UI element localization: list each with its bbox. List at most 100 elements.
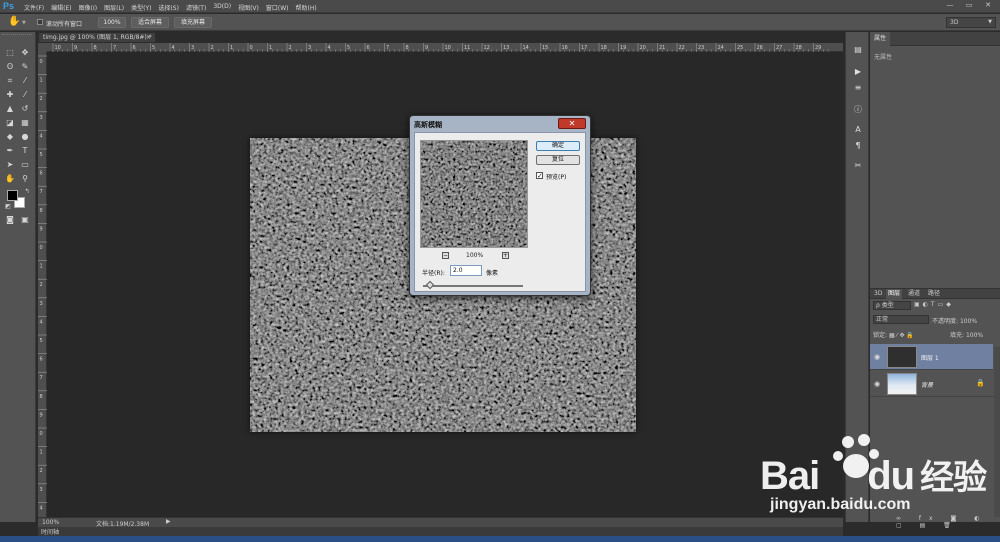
- layer-filter-icons[interactable]: ▣◐T▭◆: [914, 301, 954, 308]
- layers-scrollbar[interactable]: [994, 347, 1000, 517]
- workspace-select[interactable]: 3D ▼: [946, 17, 996, 28]
- visibility-eye-icon[interactable]: ◉: [874, 380, 880, 388]
- minimize-button[interactable]: —: [942, 1, 958, 10]
- reset-button[interactable]: 复位: [536, 155, 580, 165]
- move-tool-icon[interactable]: ✥: [20, 48, 30, 58]
- radius-label: 半径(R):: [422, 270, 445, 277]
- menu-file[interactable]: 文件(F): [24, 3, 44, 12]
- tool-presets-icon[interactable]: ✂: [852, 160, 864, 172]
- type-tool-icon[interactable]: T: [20, 146, 30, 156]
- tab-properties[interactable]: 属性: [870, 32, 891, 46]
- menu-select[interactable]: 选择(S): [158, 3, 179, 12]
- ruler-label: 22: [679, 45, 685, 51]
- info-panel-icon[interactable]: ⓘ: [852, 104, 864, 116]
- path-select-tool-icon[interactable]: ➤: [5, 160, 15, 170]
- blur-tool-icon[interactable]: ◆: [5, 132, 15, 142]
- status-zoom[interactable]: 100%: [42, 519, 59, 526]
- fill-control[interactable]: 填充: 100%: [950, 330, 983, 339]
- ruler-label: 2: [40, 468, 43, 474]
- menu-image[interactable]: 图像(I): [79, 3, 97, 12]
- blend-mode-select[interactable]: 正常: [873, 315, 929, 324]
- radius-slider-track[interactable]: [423, 285, 523, 287]
- brush-tool-icon[interactable]: ⁄: [20, 90, 30, 100]
- adjustments-panel-icon[interactable]: ≡: [852, 82, 864, 94]
- quick-select-tool-icon[interactable]: ✎: [20, 62, 30, 72]
- menu-3d[interactable]: 3D(D): [213, 3, 231, 12]
- menu-layer[interactable]: 图层(L): [104, 3, 124, 12]
- zoom-in-button[interactable]: +: [502, 252, 509, 259]
- tab-channels[interactable]: 通道: [906, 289, 922, 299]
- fill-screen-button[interactable]: 填充屏幕: [174, 17, 212, 28]
- status-menu-arrow-icon[interactable]: ▶: [166, 518, 171, 525]
- fill-value[interactable]: 100%: [966, 332, 983, 339]
- close-tab-icon[interactable]: ×: [146, 33, 151, 43]
- tools-panel: ⬚ ✥ ʘ ✎ ⌗ ⁄ ✚ ⁄ ▲ ↺ ◪ ▦ ◆ ● ✒ T ➤ ▭ ✋ ⚲ …: [0, 32, 36, 522]
- lock-icons[interactable]: ▦ ⁄ ✥ 🔒: [889, 332, 914, 339]
- watermark-url: jingyan.baidu.com: [770, 496, 911, 513]
- layer-row-background[interactable]: ◉ 背景 🔒: [870, 371, 993, 397]
- ruler-label: 4: [40, 505, 43, 511]
- gradient-tool-icon[interactable]: ▦: [20, 118, 30, 128]
- foreground-color-swatch[interactable]: [7, 190, 18, 201]
- timeline-label: 时间轴: [41, 529, 60, 536]
- dialog-close-button[interactable]: ✕: [558, 118, 586, 129]
- fit-screen-button[interactable]: 适合屏幕: [131, 17, 169, 28]
- zoom-tool-icon[interactable]: ⚲: [20, 174, 30, 184]
- tab-paths[interactable]: 路径: [926, 289, 942, 299]
- menu-edit[interactable]: 编辑(E): [51, 3, 71, 12]
- radius-input[interactable]: [450, 265, 482, 276]
- shape-tool-icon[interactable]: ▭: [20, 160, 30, 170]
- history-brush-tool-icon[interactable]: ↺: [20, 104, 30, 114]
- hand-tool-icon[interactable]: ✋: [8, 17, 20, 27]
- ruler-label: 5: [152, 45, 155, 51]
- visibility-eye-icon[interactable]: ◉: [874, 353, 880, 361]
- tab-3d[interactable]: 3D: [872, 289, 884, 299]
- preview-checkbox-label: 预览(P): [546, 174, 567, 181]
- quick-mask-icon[interactable]: ◙: [5, 215, 15, 225]
- ok-button[interactable]: 确定: [536, 141, 580, 151]
- menu-window[interactable]: 窗口(W): [266, 3, 289, 12]
- marquee-tool-icon[interactable]: ⬚: [5, 48, 15, 58]
- document-tab[interactable]: timg.jpg @ 100% (图层 1, RGB/8#) * ×: [38, 32, 156, 43]
- swap-colors-icon[interactable]: ↰: [22, 187, 32, 197]
- scroll-all-windows-checkbox[interactable]: [37, 19, 43, 25]
- maximize-button[interactable]: ▭: [961, 1, 977, 10]
- timeline-panel-tab[interactable]: 时间轴: [38, 527, 843, 536]
- character-panel-icon[interactable]: A: [852, 124, 864, 136]
- screen-mode-icon[interactable]: ▣: [20, 215, 30, 225]
- layer-name[interactable]: 背景: [921, 380, 933, 389]
- history-panel-icon[interactable]: ▤: [852, 44, 864, 56]
- zoom-100-button[interactable]: 100%: [98, 17, 126, 28]
- menu-filter[interactable]: 滤镜(T): [186, 3, 206, 12]
- tab-layers[interactable]: 图层: [886, 289, 903, 299]
- layer-name[interactable]: 图层 1: [921, 353, 939, 362]
- dodge-tool-icon[interactable]: ●: [20, 132, 30, 142]
- opacity-value[interactable]: 100%: [960, 318, 977, 325]
- stamp-tool-icon[interactable]: ▲: [5, 104, 15, 114]
- healing-brush-tool-icon[interactable]: ✚: [5, 90, 15, 100]
- opacity-control[interactable]: 不透明度: 100%: [932, 316, 977, 325]
- crop-tool-icon[interactable]: ⌗: [5, 76, 15, 86]
- menu-help[interactable]: 帮助(H): [296, 3, 317, 12]
- ruler-label: 17: [581, 45, 587, 51]
- eraser-tool-icon[interactable]: ◪: [5, 118, 15, 128]
- pen-tool-icon[interactable]: ✒: [5, 146, 15, 156]
- default-colors-icon[interactable]: ◩: [3, 202, 13, 212]
- eyedropper-tool-icon[interactable]: ⁄: [20, 76, 30, 86]
- menu-type[interactable]: 类型(Y): [131, 3, 151, 12]
- actions-panel-icon[interactable]: ▶: [852, 66, 864, 78]
- preview-zoom-value: 100%: [466, 252, 484, 259]
- layer-row-layer1[interactable]: ◉ 图层 1: [870, 344, 993, 370]
- hand-tool-icon[interactable]: ✋: [5, 174, 15, 184]
- paragraph-panel-icon[interactable]: ¶: [852, 140, 864, 152]
- close-window-button[interactable]: ✕: [980, 1, 996, 10]
- layer-filter-select[interactable]: ρ 类型: [873, 301, 911, 310]
- lasso-tool-icon[interactable]: ʘ: [5, 62, 15, 72]
- radius-slider-handle[interactable]: [425, 280, 435, 290]
- zoom-out-button[interactable]: −: [442, 252, 449, 259]
- blur-preview[interactable]: [420, 140, 528, 248]
- watermark-brand-du: du: [867, 454, 915, 498]
- tool-preset-caret-icon[interactable]: ▼: [22, 20, 26, 26]
- preview-checkbox[interactable]: ✓: [536, 172, 543, 180]
- menu-view[interactable]: 视图(V): [238, 3, 259, 12]
